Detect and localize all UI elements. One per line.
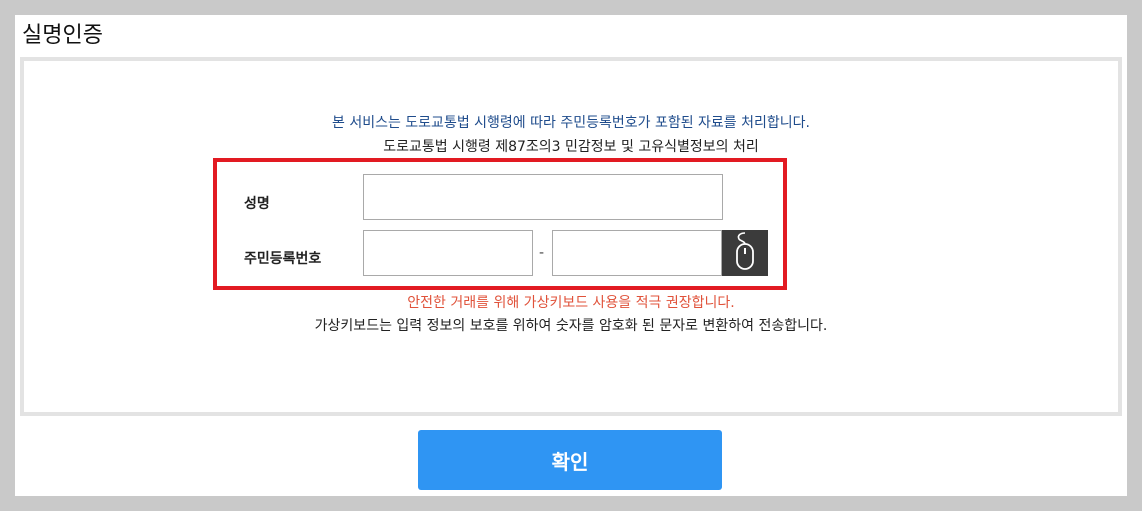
name-input[interactable] — [363, 174, 723, 220]
confirm-button[interactable]: 확인 — [418, 430, 722, 490]
name-label: 성명 — [244, 196, 270, 212]
service-notice: 본 서비스는 도로교통법 시행령에 따라 주민등록번호가 포함된 자료를 처리합… — [332, 115, 810, 131]
page-title: 실명인증 — [22, 23, 103, 48]
virtual-keyboard-button[interactable] — [722, 230, 768, 276]
keyboard-info-notice: 가상키보드는 입력 정보의 보호를 위하여 숫자를 암호화 된 문자로 변환하여… — [314, 318, 828, 334]
rrn-first-input[interactable] — [363, 230, 533, 276]
mouse-icon — [733, 231, 757, 275]
rrn-separator: - — [539, 245, 545, 261]
verification-panel: 본 서비스는 도로교통법 시행령에 따라 주민등록번호가 포함된 자료를 처리합… — [20, 57, 1122, 416]
rrn-second-input[interactable] — [552, 230, 722, 276]
rrn-label: 주민등록번호 — [244, 251, 322, 267]
page-container: 실명인증 본 서비스는 도로교통법 시행령에 따라 주민등록번호가 포함된 자료… — [15, 15, 1127, 496]
keyboard-recommend-notice: 안전한 거래를 위해 가상키보드 사용을 적극 권장합니다. — [407, 295, 735, 311]
law-notice: 도로교통법 시행령 제87조의3 민감정보 및 고유식별정보의 처리 — [383, 139, 759, 155]
identity-input-group: 성명 주민등록번호 - — [213, 158, 787, 290]
